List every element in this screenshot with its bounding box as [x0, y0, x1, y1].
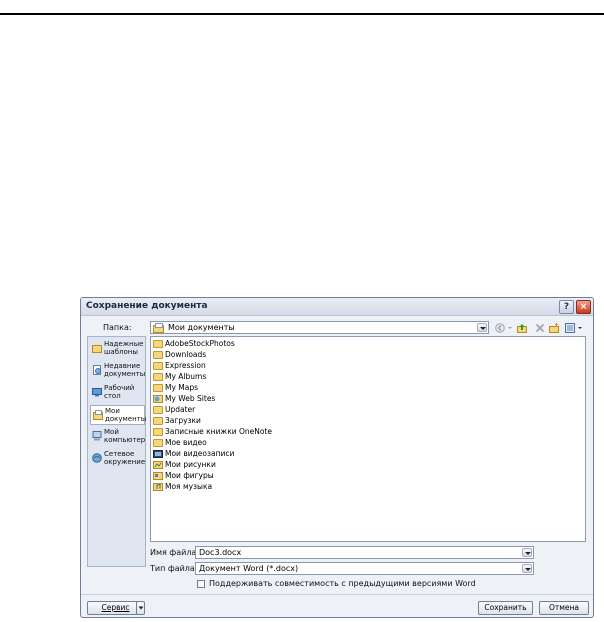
my-documents-icon [93, 410, 103, 420]
folder-label: Папка: [103, 323, 132, 332]
recent-docs-icon [93, 365, 101, 375]
filename-label: Имя файла: [150, 548, 200, 557]
place-label: Сетевое окружение [104, 450, 146, 466]
file-name: AdobeStockPhotos [165, 339, 235, 348]
folder-open-icon [153, 323, 164, 333]
file-list[interactable]: AdobeStockPhotos Downloads Expression My… [150, 336, 586, 542]
shapes-folder-icon [153, 472, 163, 480]
cancel-button-label: Отмена [548, 603, 580, 612]
filename-dropdown-arrow[interactable] [522, 548, 532, 557]
dialog-titlebar: Сохранение документа ? × [81, 298, 593, 316]
compat-label: Поддерживать совместимость с предыдущими… [209, 579, 476, 588]
filetype-dropdown[interactable]: Документ Word (*.docx) [195, 562, 534, 575]
filename-input[interactable]: Doc3.docx [195, 546, 534, 559]
network-icon [92, 453, 102, 463]
place-network[interactable]: Сетевое окружение [90, 449, 145, 469]
web-folder-icon [153, 395, 163, 403]
folder-value: Мои документы [168, 323, 235, 332]
back-dropdown-icon[interactable] [507, 323, 513, 333]
music-folder-icon [153, 483, 163, 491]
place-my-computer[interactable]: Мой компьютер [90, 427, 145, 447]
service-button-label: Сервис [101, 603, 130, 612]
file-name: My Maps [165, 383, 199, 392]
dialog-title: Сохранение документа [86, 301, 208, 311]
bottom-separator [81, 594, 593, 595]
file-name: Моя музыка [165, 482, 213, 491]
file-name: Мое видео [165, 438, 207, 447]
new-folder-icon[interactable] [549, 323, 559, 333]
folder-icon [153, 351, 163, 359]
cancel-button[interactable]: Отмена [539, 601, 589, 615]
views-dropdown-icon[interactable] [577, 323, 583, 333]
back-icon[interactable] [495, 323, 505, 333]
place-label: Рабочий стол [104, 384, 135, 400]
folder-icon [153, 417, 163, 425]
folder-icon [153, 373, 163, 381]
chevron-down-icon [138, 606, 143, 610]
place-label: Надежные шаблоны [104, 340, 144, 356]
folder-icon [153, 406, 163, 414]
file-name: Expression [165, 361, 206, 370]
file-name: Загрузки [165, 416, 201, 425]
help-button[interactable]: ? [559, 300, 574, 314]
save-button[interactable]: Сохранить [478, 601, 533, 615]
place-label: Мой компьютер [104, 428, 146, 444]
place-recent-documents[interactable]: Недавние документы [90, 361, 145, 381]
folder-icon [153, 340, 163, 348]
file-name: My Albums [165, 372, 207, 381]
close-button[interactable]: × [576, 300, 591, 314]
file-name: Updater [165, 405, 196, 414]
up-folder-icon[interactable] [517, 323, 527, 333]
place-trusted-templates[interactable]: Надежные шаблоны [90, 339, 145, 359]
file-name: My Web Sites [165, 394, 216, 403]
folder-dropdown-arrow[interactable] [477, 323, 487, 332]
compat-checkbox[interactable] [197, 580, 205, 588]
filetype-value: Документ Word (*.docx) [199, 564, 299, 573]
place-label: Недавние документы [104, 362, 146, 378]
delete-icon[interactable] [535, 323, 545, 333]
place-desktop[interactable]: Рабочий стол [90, 383, 145, 403]
filename-value: Doc3.docx [199, 548, 242, 557]
pictures-folder-icon [153, 461, 163, 469]
folder-icon [153, 428, 163, 436]
folder-icon [153, 362, 163, 370]
file-name: Мои видеозаписи [165, 449, 235, 458]
views-icon[interactable] [565, 323, 575, 333]
file-name: Мои фигуры [165, 471, 214, 480]
file-name: Записные книжки OneNote [165, 427, 273, 436]
service-dropdown-button[interactable] [136, 601, 145, 615]
save-button-label: Сохранить [484, 603, 527, 612]
place-my-documents[interactable]: Мои документы [90, 405, 147, 425]
folder-dropdown[interactable]: Мои документы [150, 321, 489, 334]
file-name: Downloads [165, 350, 207, 359]
places-bar: Надежные шаблоны Недавние документы Рабо… [87, 336, 146, 567]
save-document-dialog: Сохранение документа ? × Папка: Мои доку… [80, 297, 594, 618]
page-top-rule [0, 13, 604, 15]
folder-icon [153, 384, 163, 392]
filetype-dropdown-arrow[interactable] [522, 564, 532, 573]
filetype-label: Тип файла: [150, 564, 198, 573]
folder-icon [153, 439, 163, 447]
file-name: Мои рисунки [165, 460, 216, 469]
place-label: Мои документы [105, 407, 147, 423]
desktop-icon [92, 388, 102, 397]
folder-icon [92, 345, 102, 353]
video-folder-icon [153, 450, 163, 458]
computer-icon [92, 431, 102, 441]
